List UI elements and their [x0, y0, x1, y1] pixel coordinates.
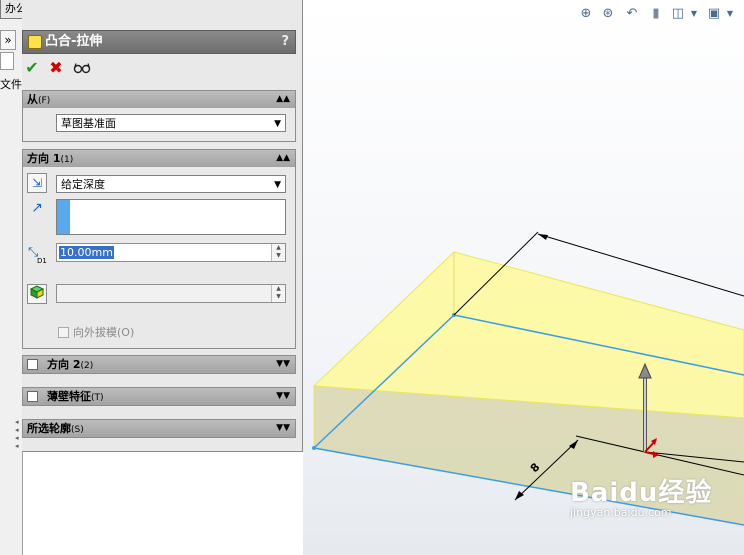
ok-button[interactable]: ✔ — [22, 58, 42, 78]
selected-contours-group-header[interactable]: 所选轮廓(S) ▼▼ — [23, 420, 295, 437]
draft-angle-spinner[interactable]: ▲ ▼ — [271, 285, 285, 302]
strip-label: 文件 — [0, 78, 22, 91]
previous-view-icon[interactable]: ↶ — [624, 6, 640, 22]
strip-field[interactable] — [0, 52, 14, 70]
depth-icon: ⤡ D1 — [28, 245, 47, 265]
draft-angle-input[interactable]: ▲ ▼ — [56, 284, 286, 303]
expand-button[interactable]: » — [0, 30, 16, 50]
expand-chevron-icon[interactable]: ▼▼ — [276, 356, 290, 373]
draft-on-off-icon[interactable] — [27, 284, 47, 304]
property-manager-title: 凸合-拉伸 ? — [22, 30, 296, 54]
direction-vector-selection-box[interactable] — [56, 199, 286, 235]
boss-extrude-icon — [28, 35, 42, 49]
view-orientation-icon[interactable]: ◫ — [670, 6, 686, 22]
page-title: 凸合-拉伸 — [45, 34, 103, 49]
expand-chevron-icon[interactable]: ▼▼ — [276, 388, 290, 405]
help-icon[interactable]: ? — [281, 31, 289, 53]
collapse-chevron-icon[interactable]: ▲▲ — [276, 91, 290, 108]
selected-contours-group[interactable]: 所选轮廓(S) ▼▼ — [22, 419, 296, 438]
direction2-group-header[interactable]: 方向 2(2) ▼▼ — [23, 356, 295, 373]
dropdown-arrow-icon[interactable]: ▼ — [686, 6, 702, 22]
dropdown-arrow-icon[interactable]: ▼ — [722, 6, 738, 22]
direction2-checkbox[interactable] — [27, 358, 38, 370]
property-manager: 凸合-拉伸 ? ✔ ✖ 从(F) ▲▲ 草图基准面 ▼ 方向 1(1) ▲▲ ⇲… — [22, 0, 303, 452]
from-group-header[interactable]: 从(F) ▲▲ — [23, 91, 295, 108]
draft-icon — [29, 285, 45, 299]
detailed-preview-button[interactable] — [72, 58, 92, 78]
draft-outward-checkbox[interactable]: 向外拔模(O) — [58, 324, 134, 339]
thin-feature-group-header[interactable]: 薄壁特征(T) ▼▼ — [23, 388, 295, 405]
zoom-to-area-icon[interactable]: ⊛ — [600, 6, 616, 22]
expand-chevron-icon[interactable]: ▼▼ — [276, 420, 290, 437]
collapse-handle[interactable]: ◂ ◂ ◂ ◂ — [15, 418, 22, 452]
from-start-condition-select[interactable]: 草图基准面 ▼ — [56, 114, 286, 132]
watermark-logo: Baidu经验 — [570, 478, 713, 508]
depth-value: 10.00mm — [59, 246, 114, 259]
chevron-down-icon: ▼ — [274, 119, 281, 129]
direction-vector-icon: ↗ — [31, 200, 43, 216]
section-view-icon[interactable]: ▮ — [648, 6, 664, 22]
collapse-chevron-icon[interactable]: ▲▲ — [276, 150, 290, 167]
dimension-arrow — [538, 234, 548, 240]
zoom-to-fit-icon[interactable]: ⊕ — [578, 6, 594, 22]
selection-indicator — [57, 200, 70, 234]
direction1-group: 方向 1(1) ▲▲ ⇲ 给定深度 ▼ ↗ ⤡ D1 10.00mm ▲ ▼ ▲ ▼… — [22, 149, 296, 349]
direction1-group-header[interactable]: 方向 1(1) ▲▲ — [23, 150, 295, 167]
glasses-icon — [73, 62, 91, 73]
depth-input[interactable]: 10.00mm ▲ ▼ — [56, 243, 286, 262]
watermark: Baidu经验 jingyan.baidu.com — [570, 472, 740, 532]
depth-spinner[interactable]: ▲ ▼ — [271, 244, 285, 261]
end-condition-select[interactable]: 给定深度 ▼ — [56, 175, 286, 193]
thin-feature-checkbox[interactable] — [27, 390, 38, 402]
cancel-button[interactable]: ✖ — [46, 58, 66, 78]
display-style-icon[interactable]: ▣ — [706, 6, 722, 22]
reverse-direction-icon[interactable]: ⇲ — [27, 173, 47, 193]
chevron-down-icon: ▼ — [274, 180, 281, 190]
sketch-vertex — [312, 446, 316, 450]
direction2-group[interactable]: 方向 2(2) ▼▼ — [22, 355, 296, 374]
from-group: 从(F) ▲▲ 草图基准面 ▼ — [22, 90, 296, 142]
watermark-url: jingyan.baidu.com — [570, 506, 672, 519]
thin-feature-group[interactable]: 薄壁特征(T) ▼▼ — [22, 387, 296, 406]
feature-manager-strip: » 文件 ◂ ◂ ◂ ◂ — [0, 0, 23, 555]
